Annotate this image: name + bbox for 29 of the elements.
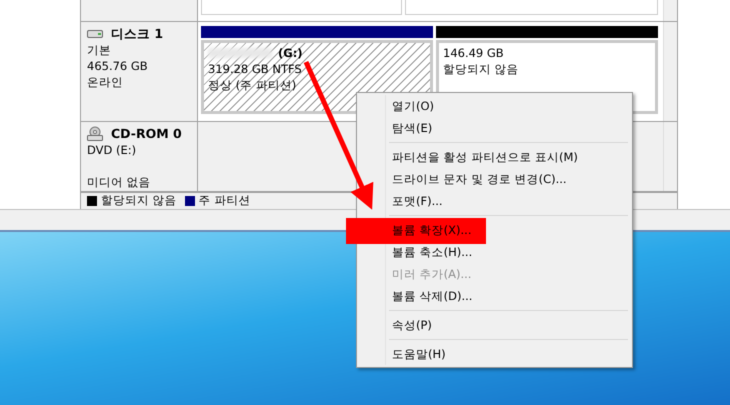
menu-item[interactable]: 파티션을 활성 파티션으로 표시(M): [392, 150, 578, 164]
menu-item[interactable]: 도움말(H): [392, 347, 446, 361]
menu-item[interactable]: 볼륨 확장(X)...: [392, 223, 472, 237]
menu-item[interactable]: 열기(O): [392, 99, 434, 113]
partition-info: 146.49 GB: [443, 45, 505, 61]
blurred-label: [208, 48, 272, 58]
menu-item[interactable]: 포맷(F)...: [392, 194, 443, 208]
partition-info: 할당되지 않음: [443, 61, 520, 77]
menu-item[interactable]: 속성(P): [392, 318, 432, 332]
partition-info: 정상 (주 파티션): [208, 77, 298, 93]
disk-name: CD-ROM 0: [111, 126, 182, 142]
legend-label: 할당되지 않음: [101, 192, 177, 210]
partition-box[interactable]: [201, 0, 402, 15]
disk-status: 미디어 없음: [87, 174, 152, 190]
menu-item[interactable]: 볼륨 축소(H)...: [392, 245, 472, 259]
hard-drive-icon: [87, 29, 103, 39]
menu-item[interactable]: 볼륨 삭제(D)...: [392, 289, 472, 303]
partition-info: 319.28 GB NTFS: [208, 61, 303, 77]
disk-info: 465.76 GB: [87, 58, 149, 74]
menu-item[interactable]: 드라이브 문자 및 경로 변경(C)...: [392, 172, 567, 186]
disk-info: 기본: [87, 42, 112, 58]
disk-info: 온라인: [87, 74, 124, 90]
optical-drive-icon: [87, 126, 103, 142]
partition-box[interactable]: [405, 0, 658, 15]
disk-info: DVD (E:): [87, 142, 138, 158]
disk-name: 디스크 1: [111, 26, 164, 42]
legend-label: 주 파티션: [198, 192, 250, 210]
volume-label: (G:): [278, 45, 303, 61]
menu-item[interactable]: 탐색(E): [392, 121, 432, 135]
